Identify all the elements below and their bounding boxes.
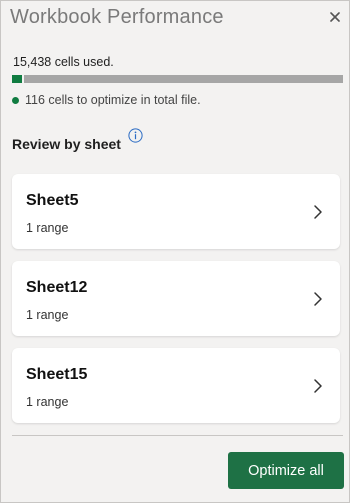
chevron-right-icon (312, 377, 324, 395)
cells-usage-bar-separator (21, 75, 24, 83)
chevron-right-icon (312, 203, 324, 221)
optimize-note: 116 cells to optimize in total file. (12, 93, 201, 107)
sheet-card-detail: 1 range (26, 221, 69, 235)
workbook-performance-pane: Workbook Performance 15,438 cells used. … (0, 0, 350, 503)
sheet-card-name: Sheet5 (26, 192, 79, 209)
sheet-card-name: Sheet12 (26, 279, 88, 296)
optimize-note-text: 116 cells to optimize in total file. (25, 93, 201, 107)
pane-title: Workbook Performance (10, 6, 224, 28)
close-icon[interactable] (327, 9, 343, 25)
pane-header: Workbook Performance (1, 1, 349, 37)
footer-divider (12, 435, 343, 436)
cells-used-text: 15,438 cells used. (13, 55, 114, 69)
sheet-card-sheet15[interactable]: Sheet15 1 range (12, 348, 340, 423)
cells-usage-bar-fill (12, 75, 22, 83)
chevron-right-icon (312, 290, 324, 308)
sheet-card-detail: 1 range (26, 308, 69, 322)
review-by-sheet-heading: Review by sheet (12, 136, 121, 152)
info-icon[interactable] (128, 128, 143, 143)
cells-usage-bar (12, 75, 343, 83)
sheet-card-detail: 1 range (26, 395, 69, 409)
sheet-card-sheet12[interactable]: Sheet12 1 range (12, 261, 340, 336)
sheet-card-sheet5[interactable]: Sheet5 1 range (12, 174, 340, 249)
sheet-card-name: Sheet15 (26, 366, 88, 383)
status-dot-icon (12, 96, 19, 104)
optimize-all-button[interactable]: Optimize all (228, 452, 344, 489)
